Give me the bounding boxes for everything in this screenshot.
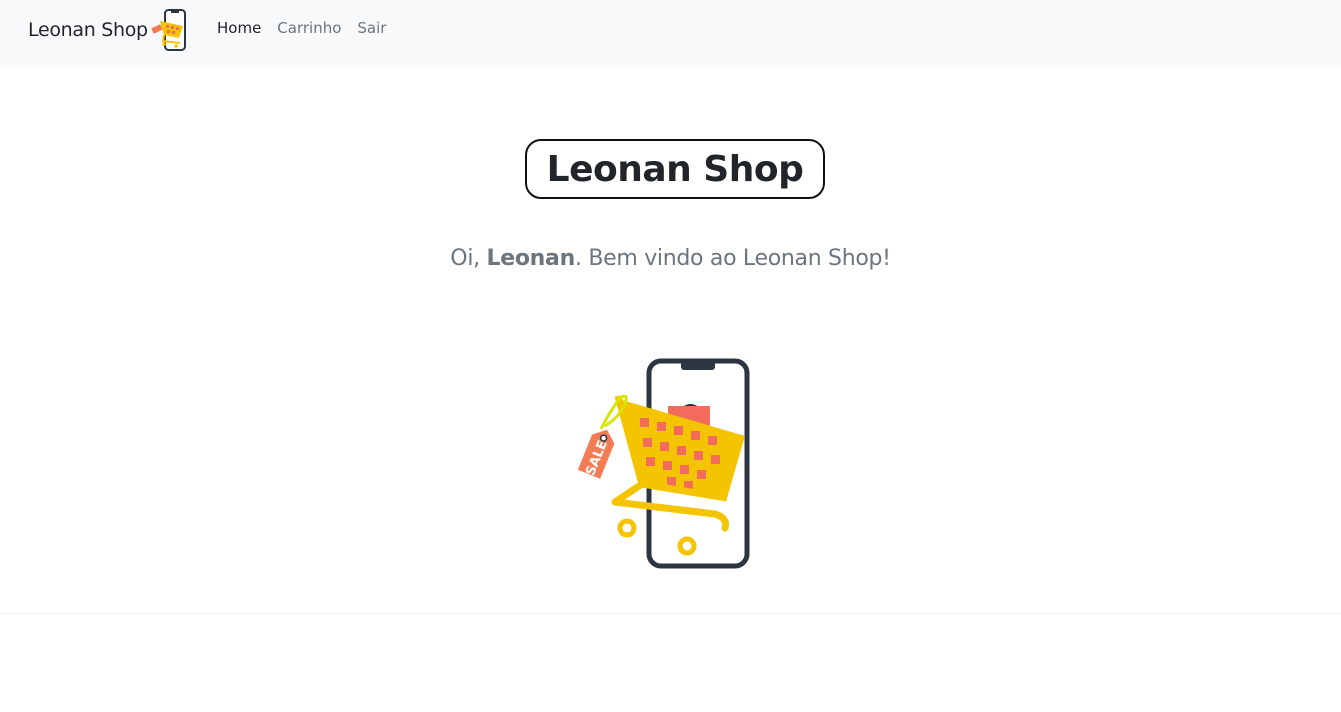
greeting-prefix: Oi, [450,246,487,271]
welcome-message: Oi, Leonan. Bem vindo ao Leonan Shop! [0,246,1341,271]
nav-link-sair[interactable]: Sair [357,19,386,37]
hero-illustration: SALE [560,356,760,572]
navbar: Leonan Shop Home Carrinho Sair [0,0,1341,67]
brand-link[interactable]: Leonan Shop [28,8,190,52]
page-title: Leonan Shop [525,139,825,200]
cart-phone-logo-icon [151,9,186,51]
nav-links: Home Carrinho Sair [217,19,386,37]
nav-link-home[interactable]: Home [217,19,261,37]
nav-link-carrinho[interactable]: Carrinho [277,19,341,37]
brand-name: Leonan Shop [28,19,148,41]
shopping-cart-phone-illustration: SALE [577,358,750,569]
greeting-suffix: . Bem vindo ao Leonan Shop! [574,246,891,271]
content-divider [0,613,1341,614]
user-name: Leonan [486,246,576,271]
